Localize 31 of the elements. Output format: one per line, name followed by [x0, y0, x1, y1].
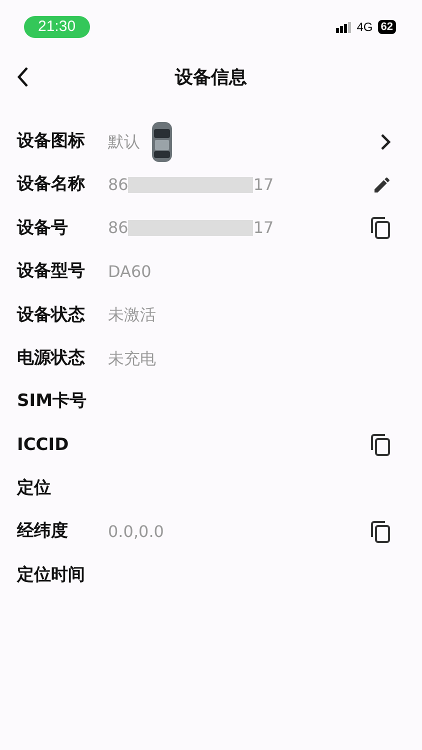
network-label: 4G: [356, 19, 373, 36]
field-label: 设备型号: [17, 260, 86, 284]
field-value: 0.0,0.0: [108, 521, 164, 544]
field-value-start: 86: [108, 217, 128, 240]
copy-icon[interactable]: [370, 520, 392, 544]
signal-icon: [336, 22, 352, 32]
page-title: 设备信息: [175, 66, 247, 90]
back-icon[interactable]: [16, 66, 30, 88]
field-label: 设备状态: [17, 304, 86, 326]
field-value-end: 17: [253, 217, 274, 240]
field-label: 定位: [17, 477, 52, 500]
field-value-start: 86: [108, 174, 128, 196]
copy-icon[interactable]: [370, 216, 392, 240]
copy-icon[interactable]: [370, 433, 392, 458]
field-value: 默认: [108, 130, 140, 153]
field-label: 设备图标: [17, 130, 86, 153]
time-pill: 21:30: [24, 16, 90, 38]
battery-indicator: 62: [378, 20, 396, 34]
field-label: 电源状态: [17, 346, 86, 370]
field-label: ICCID: [17, 434, 70, 457]
field-label: 定位时间: [17, 564, 86, 587]
field-value: 未激活: [108, 304, 156, 326]
field-label: SIM卡号: [17, 390, 88, 414]
field-value: 未充电: [108, 348, 156, 370]
field-value: DA60: [108, 260, 152, 283]
edit-icon[interactable]: [372, 175, 392, 196]
field-label: 设备号: [17, 216, 69, 240]
field-label: 经纬度: [17, 520, 69, 544]
field-label: 设备名称: [17, 173, 86, 196]
chevron-right-icon[interactable]: [380, 132, 392, 151]
field-value-end: 17: [253, 174, 274, 196]
